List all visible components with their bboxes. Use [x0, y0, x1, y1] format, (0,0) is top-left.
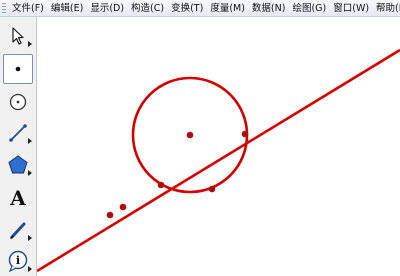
compass-tool[interactable] — [3, 87, 33, 117]
menu-items: 文件(F) 编辑(E) 显示(D) 构造(C) 变换(T) 度量(M) 数据(N… — [10, 0, 400, 17]
tool-submenu-arrow-icon — [28, 170, 32, 176]
tool-palette: A i — [0, 17, 37, 276]
menu-bar: 文件(F) 编辑(E) 显示(D) 构造(C) 变换(T) 度量(M) 数据(N… — [0, 0, 400, 17]
point-icon — [15, 66, 21, 72]
svg-text:i: i — [16, 254, 20, 267]
text-tool[interactable]: A — [3, 183, 33, 213]
arrow-pointer-icon — [12, 27, 24, 45]
text-icon: A — [10, 186, 26, 210]
menu-edit[interactable]: 编辑(E) — [49, 0, 85, 17]
menu-graph[interactable]: 绘图(G) — [290, 0, 328, 17]
menu-grip-icon — [2, 3, 6, 14]
sketch-drawing — [37, 48, 400, 273]
red-line[interactable] — [37, 48, 400, 273]
selection-arrow-tool[interactable] — [3, 21, 33, 51]
tool-submenu-arrow-icon — [28, 266, 32, 272]
menu-measure[interactable]: 度量(M) — [208, 0, 247, 17]
intersection-point-left[interactable] — [157, 181, 165, 189]
sketch-canvas[interactable] — [37, 17, 400, 276]
point-tool[interactable] — [3, 54, 33, 84]
intersection-point-right[interactable] — [241, 130, 249, 138]
tool-submenu-arrow-icon — [28, 138, 32, 144]
tool-submenu-arrow-icon — [28, 235, 32, 241]
pentagon-icon — [8, 155, 28, 174]
menu-help[interactable]: 帮助(H) — [374, 0, 400, 17]
point-on-line-a[interactable] — [106, 211, 114, 219]
tool-submenu-arrow-icon — [28, 41, 32, 47]
menu-display[interactable]: 显示(D) — [88, 0, 126, 17]
info-icon: i — [8, 250, 28, 273]
pen-icon — [9, 222, 26, 240]
marker-tool[interactable] — [3, 215, 33, 245]
menu-window[interactable]: 窗口(W) — [331, 0, 371, 17]
point-on-circle[interactable] — [208, 185, 216, 193]
circle-icon — [9, 93, 27, 111]
menu-construct[interactable]: 构造(C) — [129, 0, 166, 17]
segment-icon — [9, 124, 27, 142]
information-tool[interactable]: i — [3, 246, 33, 276]
menu-data[interactable]: 数据(N) — [250, 0, 288, 17]
circle-center-point[interactable] — [186, 131, 194, 139]
straightedge-tool[interactable] — [3, 118, 33, 148]
menu-transform[interactable]: 变换(T) — [169, 0, 205, 17]
polygon-tool[interactable] — [3, 150, 33, 180]
point-on-line-b[interactable] — [119, 203, 127, 211]
menu-file[interactable]: 文件(F) — [10, 0, 46, 17]
